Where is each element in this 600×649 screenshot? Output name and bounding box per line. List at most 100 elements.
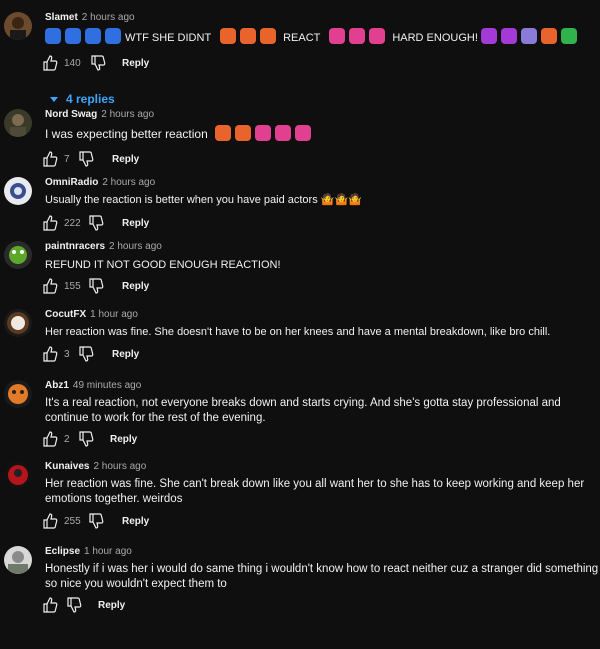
avatar[interactable]	[4, 109, 32, 137]
comment-text: REFUND IT NOT GOOD ENOUGH REACTION!	[45, 258, 597, 273]
thumbs-down-icon	[79, 346, 94, 362]
like-count: 222	[64, 217, 81, 229]
comment-text-part: REACT	[283, 32, 321, 44]
view-replies-button[interactable]: 4 replies	[50, 92, 115, 106]
comment-header: paintnracers 2 hours ago	[45, 241, 162, 252]
comment-text: Usually the reaction is better when you …	[45, 193, 597, 208]
emoji-icon	[480, 28, 497, 44]
like-button[interactable]: 140	[42, 55, 81, 71]
dislike-button[interactable]	[88, 215, 104, 231]
comment-header: OmniRadio 2 hours ago	[45, 177, 155, 188]
avatar[interactable]	[4, 241, 32, 269]
comment-text-part: HARD ENOUGH!	[392, 32, 478, 44]
timestamp[interactable]: 49 minutes ago	[73, 380, 141, 391]
timestamp[interactable]: 2 hours ago	[82, 12, 135, 23]
emoji-icon	[240, 28, 257, 44]
thumbs-up-icon	[43, 513, 58, 529]
reply-button[interactable]: Reply	[122, 215, 149, 231]
emoji-icon	[329, 28, 346, 44]
timestamp[interactable]: 2 hours ago	[102, 177, 155, 188]
comment-header: Slamet 2 hours ago	[45, 12, 135, 23]
comment-text-part: Usually the reaction is better when you …	[45, 194, 362, 206]
comment-text-part: Her reaction was fine. She doesn't have …	[45, 326, 551, 338]
like-button[interactable]: 2	[42, 431, 70, 447]
reply-button[interactable]: Reply	[122, 513, 149, 529]
reply-button[interactable]: Reply	[122, 278, 149, 294]
reply-button[interactable]: Reply	[110, 431, 137, 447]
dislike-button[interactable]	[78, 151, 94, 167]
reply-button[interactable]: Reply	[98, 597, 125, 613]
like-count: 7	[64, 153, 70, 165]
author-name[interactable]: Kunaives	[45, 461, 89, 472]
avatar[interactable]	[4, 12, 32, 40]
thumbs-up-icon	[43, 597, 58, 613]
emoji-icon	[560, 28, 577, 44]
timestamp[interactable]: 2 hours ago	[101, 109, 154, 120]
reply-button[interactable]: Reply	[112, 346, 139, 362]
dislike-button[interactable]	[78, 346, 94, 362]
emoji-icon	[500, 28, 517, 44]
dislike-button[interactable]	[90, 55, 106, 71]
chevron-down-icon	[50, 96, 58, 102]
like-button[interactable]: 155	[42, 278, 81, 294]
comment-text: It's a real reaction, not everyone break…	[45, 396, 597, 426]
thumbs-up-icon	[43, 151, 58, 167]
thumbs-down-icon	[91, 55, 106, 71]
reply-button[interactable]: Reply	[122, 55, 149, 71]
timestamp[interactable]: 1 hour ago	[90, 309, 138, 320]
comment-header: Kunaives 2 hours ago	[45, 461, 146, 472]
like-button[interactable]: 222	[42, 215, 81, 231]
comment-header: Abz1 49 minutes ago	[45, 380, 141, 391]
emoji-icon	[220, 28, 237, 44]
like-count: 3	[64, 348, 70, 360]
thumbs-up-icon	[43, 55, 58, 71]
dislike-button[interactable]	[66, 597, 82, 613]
reply-label: Reply	[122, 515, 150, 527]
comment-header: Nord Swag 2 hours ago	[45, 109, 154, 120]
thumbs-down-icon	[89, 278, 104, 294]
timestamp[interactable]: 2 hours ago	[93, 461, 146, 472]
thumbs-down-icon	[79, 151, 94, 167]
comment-text: I was expecting better reaction	[45, 125, 597, 142]
avatar[interactable]	[4, 546, 32, 574]
reply-label: Reply	[122, 57, 150, 69]
like-button[interactable]: 255	[42, 513, 81, 529]
thumbs-up-icon	[43, 431, 58, 447]
like-count: 255	[64, 515, 81, 527]
avatar[interactable]	[4, 309, 32, 337]
like-count: 2	[64, 433, 70, 445]
comment-text: WTF SHE DIDNT REACT HARD ENOUGH!	[45, 28, 597, 46]
like-button[interactable]: 3	[42, 346, 70, 362]
avatar[interactable]	[4, 380, 32, 408]
comment-text-part: WTF SHE DIDNT	[125, 32, 211, 44]
author-name[interactable]: Abz1	[45, 380, 69, 391]
emoji-icon	[540, 28, 557, 44]
timestamp[interactable]: 1 hour ago	[84, 546, 132, 557]
comment-text-part: Her reaction was fine. She can't break d…	[45, 478, 585, 505]
dislike-button[interactable]	[78, 431, 94, 447]
timestamp[interactable]: 2 hours ago	[109, 241, 162, 252]
author-name[interactable]: CocutFX	[45, 309, 86, 320]
thumbs-up-icon	[43, 215, 58, 231]
author-name[interactable]: paintnracers	[45, 241, 105, 252]
emoji-icon	[215, 125, 232, 141]
dislike-button[interactable]	[88, 278, 104, 294]
emoji-icon	[255, 125, 272, 141]
author-name[interactable]: OmniRadio	[45, 177, 98, 188]
author-name[interactable]: Eclipse	[45, 546, 80, 557]
like-button[interactable]: 7	[42, 151, 70, 167]
reply-label: Reply	[122, 217, 150, 229]
avatar[interactable]	[4, 461, 32, 489]
like-button[interactable]	[42, 597, 58, 613]
avatar[interactable]	[4, 177, 32, 205]
dislike-button[interactable]	[88, 513, 104, 529]
replies-label: 4 replies	[66, 92, 115, 106]
emoji-icon	[235, 125, 252, 141]
thumbs-down-icon	[89, 215, 104, 231]
emoji-icon	[295, 125, 312, 141]
author-name[interactable]: Nord Swag	[45, 109, 97, 120]
reply-button[interactable]: Reply	[112, 151, 139, 167]
author-name[interactable]: Slamet	[45, 12, 78, 23]
thumbs-down-icon	[79, 431, 94, 447]
comment-header: Eclipse 1 hour ago	[45, 546, 132, 557]
